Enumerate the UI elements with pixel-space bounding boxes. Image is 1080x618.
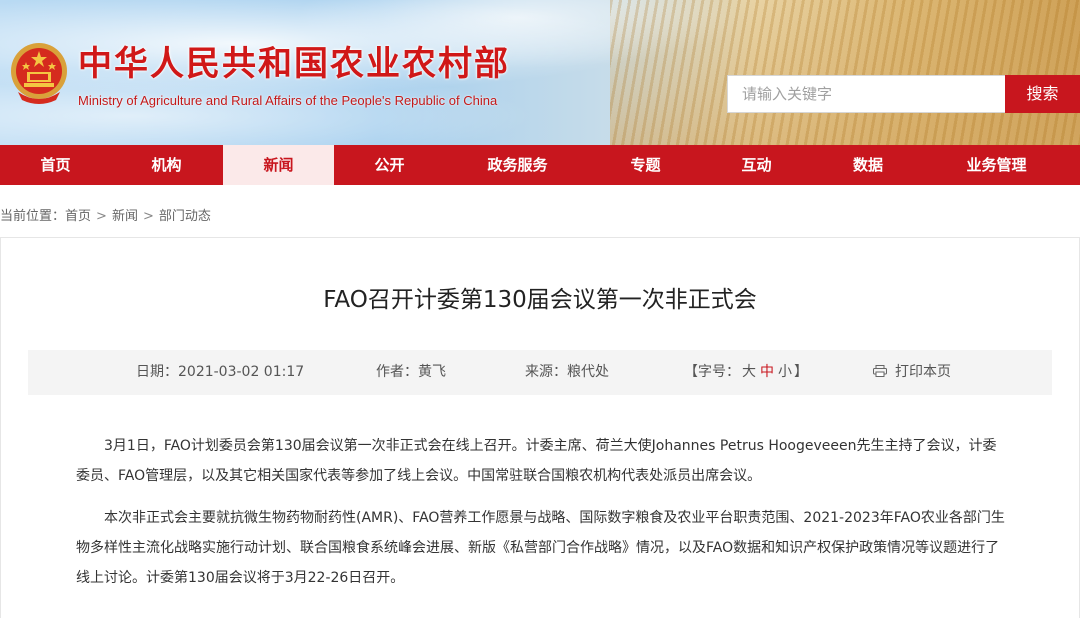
banner-wheat-background [610, 0, 1080, 145]
nav-item-home[interactable]: 首页 [0, 145, 111, 185]
meta-date-label: 日期： [136, 364, 178, 380]
breadcrumb: 当前位置：首页 > 新闻 > 部门动态 [0, 207, 211, 227]
site-subtitle: Ministry of Agriculture and Rural Affair… [78, 93, 498, 108]
article-meta-bar: 日期：2021-03-02 01:17 作者：黄飞 来源：粮代处 【字号：大中小… [28, 350, 1052, 395]
font-size-close-bracket: 】 [794, 364, 808, 380]
print-page-label: 打印本页 [895, 364, 951, 380]
article-paragraph-2: 本次非正式会主要就抗微生物药物耐药性(AMR)、FAO营养工作愿景与战略、国际数… [76, 510, 1005, 586]
meta-author: 作者：黄飞 [376, 350, 446, 395]
font-size-large-option[interactable]: 大 [742, 364, 756, 380]
font-size-small-option[interactable]: 小 [778, 364, 792, 380]
nav-item-interaction[interactable]: 互动 [701, 145, 812, 185]
printer-icon [873, 365, 887, 377]
font-size-control: 【字号：大中小】 [684, 350, 808, 395]
main-nav: 首页 机构 新闻 公开 政务服务 专题 互动 数据 业务管理 [0, 145, 1080, 185]
meta-source-value: 粮代处 [567, 364, 609, 380]
meta-source-label: 来源： [525, 364, 567, 380]
nav-item-data[interactable]: 数据 [812, 145, 924, 185]
nav-item-government-services[interactable]: 政务服务 [445, 145, 590, 185]
meta-author-label: 作者： [376, 364, 418, 380]
nav-item-organization[interactable]: 机构 [111, 145, 222, 185]
national-emblem-icon [11, 43, 67, 104]
breadcrumb-separator: > [142, 209, 154, 224]
breadcrumb-separator: > [96, 209, 107, 224]
breadcrumb-item-home[interactable]: 首页 [65, 207, 91, 227]
article-title: FAO召开计委第130届会议第一次非正式会 [323, 287, 757, 313]
nav-item-business-management[interactable]: 业务管理 [924, 145, 1069, 185]
font-size-medium-option[interactable]: 中 [760, 364, 774, 380]
meta-date-value: 2021-03-02 01:17 [178, 364, 305, 380]
search-button[interactable]: 搜索 [1005, 75, 1080, 113]
nav-item-news[interactable]: 新闻 [223, 145, 334, 185]
site-title: 中华人民共和国农业农村部 [78, 44, 510, 84]
nav-item-topics[interactable]: 专题 [590, 145, 701, 185]
breadcrumb-item-news[interactable]: 新闻 [112, 207, 138, 227]
meta-date: 日期：2021-03-02 01:17 [136, 350, 304, 395]
breadcrumb-item-department-news[interactable]: 部门动态 [159, 207, 211, 227]
nav-item-public[interactable]: 公开 [334, 145, 445, 185]
font-size-label: 【字号： [684, 364, 740, 380]
meta-author-value: 黄飞 [418, 364, 446, 380]
breadcrumb-prefix: 当前位置： [0, 209, 66, 224]
search-input[interactable] [727, 75, 1005, 113]
article-paragraph-1: 3月1日，FAO计划委员会第130届会议第一次非正式会在线上召开。计委主席、荷兰… [76, 438, 997, 484]
header-banner: 中华人民共和国农业农村部 Ministry of Agriculture and… [0, 0, 1080, 145]
print-page-button[interactable]: 打印本页 [873, 350, 951, 395]
meta-source: 来源：粮代处 [525, 350, 609, 395]
